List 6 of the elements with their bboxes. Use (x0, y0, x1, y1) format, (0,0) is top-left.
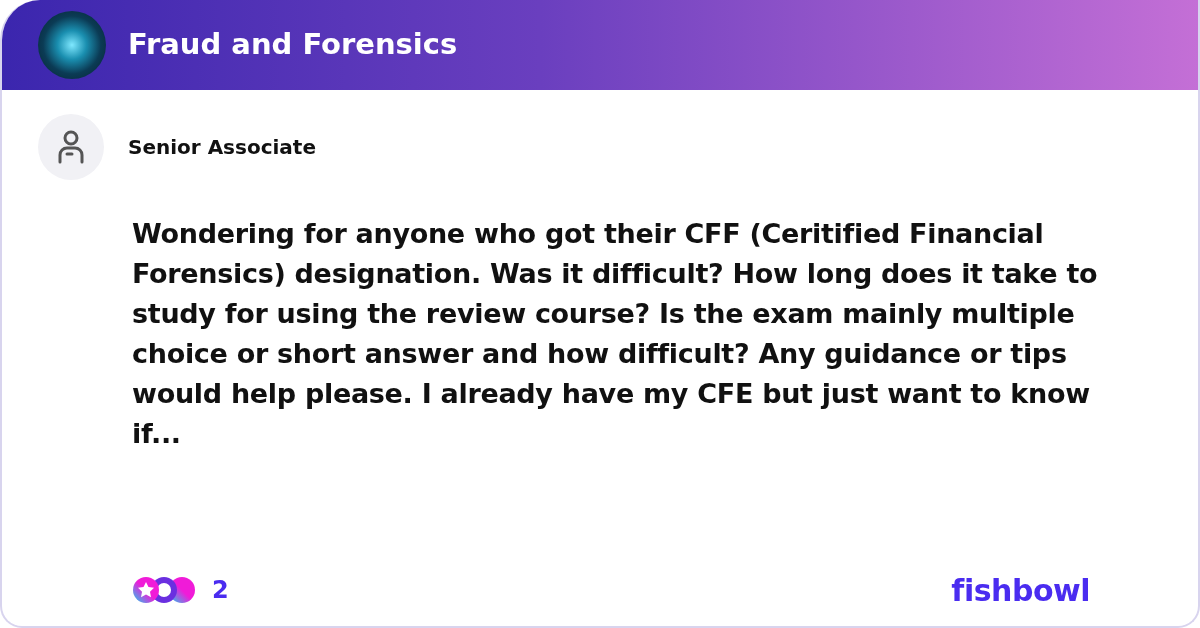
brand-logo: fishbowl (951, 571, 1090, 610)
post-text: Wondering for anyone who got their CFF (Ceritified Financial Forensics) designation. Was it difficult? How long does it take to study for using the review course? Is the exam mainly multiple choice or short answer and how difficult? Any guidance or tips would help please. I already have my CFE but just want to know if... (132, 217, 1099, 451)
reactions-icon (132, 576, 198, 604)
group-title: Fraud and Forensics (128, 26, 458, 64)
author-title: Senior Associate (128, 134, 316, 161)
reaction-count: 2 (212, 575, 229, 606)
